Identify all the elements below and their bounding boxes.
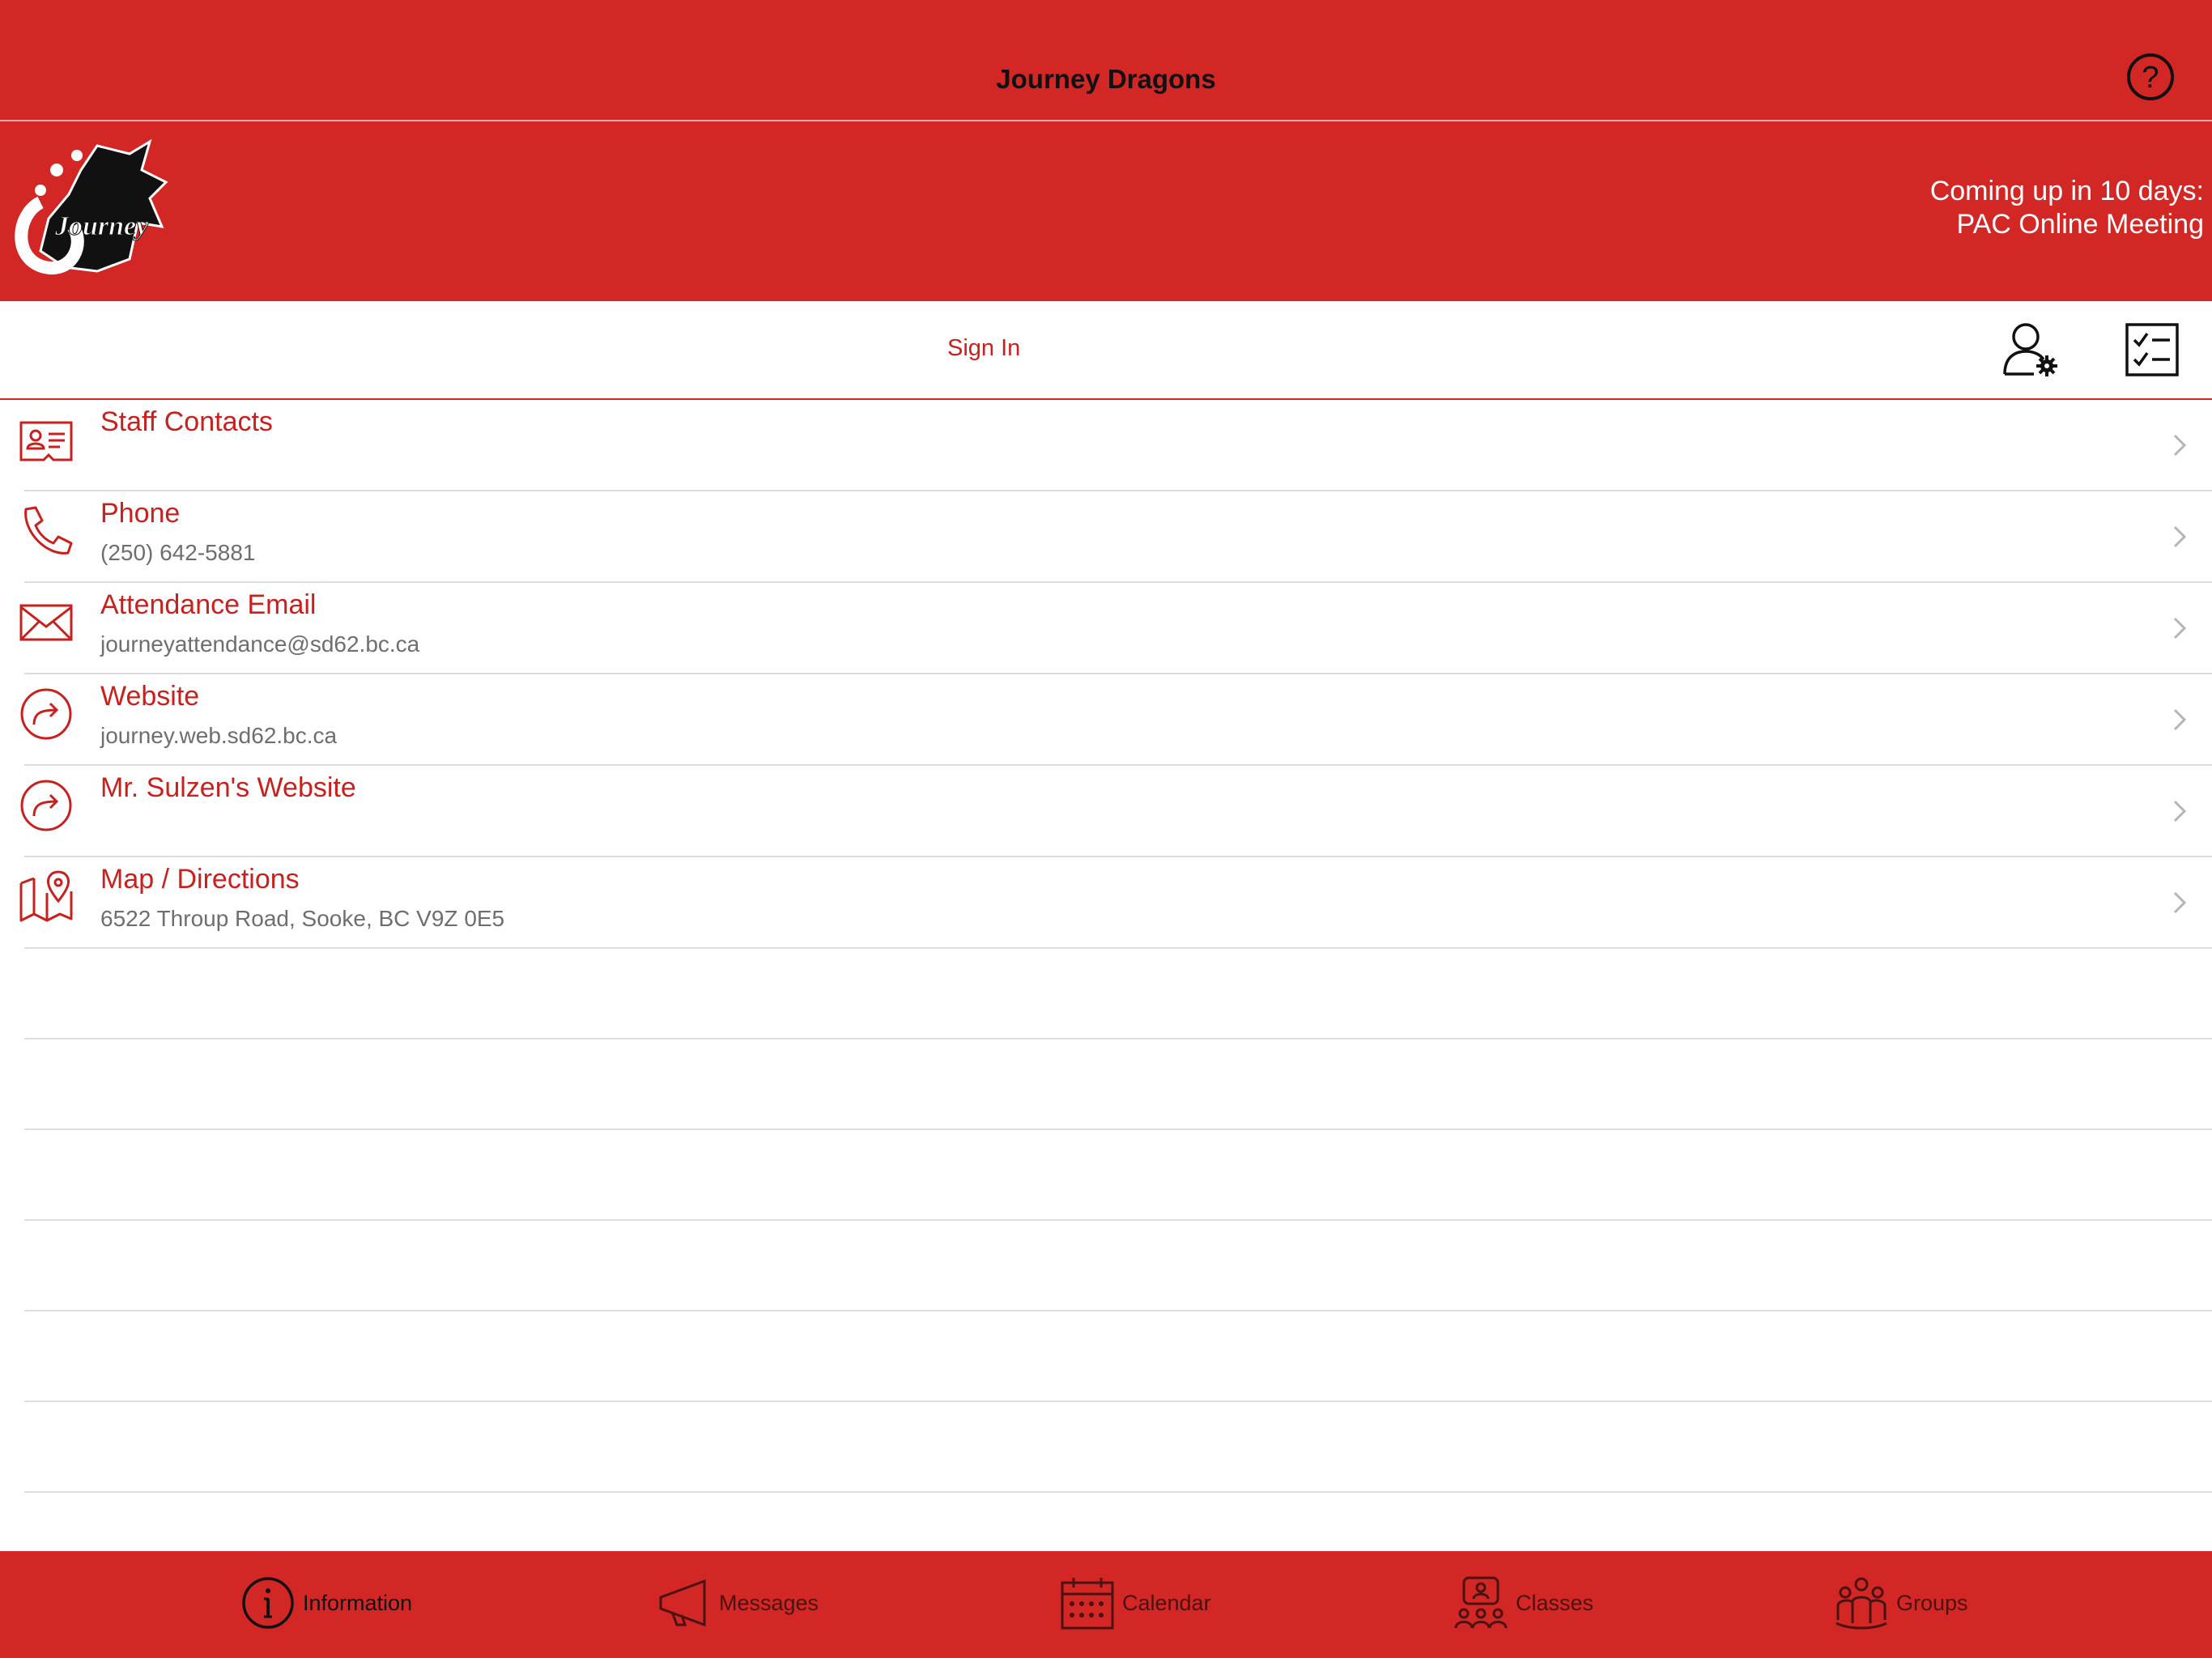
list-item-subtitle: journey.web.sd62.bc.ca [100,723,338,748]
account-settings-icon[interactable] [2001,321,2058,379]
help-button[interactable]: ? [2127,53,2174,100]
school-banner: Journey Coming up in 10 days: PAC Online… [0,121,2212,301]
empty-row [24,1130,2212,1221]
tab-label: Groups [1896,1590,1968,1615]
tab-classes[interactable]: Classes [1453,1569,1593,1637]
tab-calendar[interactable]: Calendar [1059,1569,1211,1637]
empty-row [24,1312,2212,1402]
info-list: Staff Contacts Phone (250) 642-5881 Atte… [0,400,2212,1493]
app-title: Journey Dragons [996,64,1216,94]
tab-label: Classes [1516,1590,1594,1615]
list-item-title: Staff Contacts [100,406,273,437]
list-item-subtitle: (250) 642-5881 [100,540,256,565]
map-pin-icon [19,870,73,922]
empty-row [24,1402,2212,1493]
chevron-right-icon [2173,708,2187,731]
list-item-subtitle: 6522 Throup Road, Sooke, BC V9Z 0E5 [100,906,505,931]
tab-label: Messages [719,1590,819,1615]
upcoming-countdown: Coming up in 10 days: [1929,176,2204,206]
chevron-right-icon [2173,434,2187,457]
tab-information[interactable]: Information [240,1569,412,1637]
mail-icon [19,604,73,641]
classes-icon [1454,1576,1508,1629]
phone-icon [24,506,73,555]
journey-dragons-logo: Journey [15,138,168,275]
tab-label: Calendar [1122,1590,1211,1615]
calendar-icon [1061,1578,1114,1630]
svg-text:Journey: Journey [54,211,149,241]
list-item-attendance-email[interactable]: Attendance Email journeyattendance@sd62.… [19,583,2212,674]
list-item-subtitle: journeyattendance@sd62.bc.ca [100,631,420,657]
list-item-map-directions[interactable]: Map / Directions 6522 Throup Road, Sooke… [19,857,2212,949]
tab-messages[interactable]: Messages [656,1569,819,1637]
chevron-right-icon [2173,891,2187,914]
info-icon [242,1577,294,1629]
upcoming-event[interactable]: Coming up in 10 days: PAC Online Meeting [1930,175,2204,241]
chevron-right-icon [2173,525,2187,548]
account-toolbar: Sign In [0,301,2212,400]
list-item-title: Mr. Sulzen's Website [100,772,356,803]
checklist-icon[interactable] [2125,322,2180,377]
share-arrow-icon [20,688,72,740]
title-bar: Journey Dragons ? [0,0,2212,121]
tab-label: Information [303,1590,413,1615]
chevron-right-icon [2173,617,2187,640]
list-item-teacher-website[interactable]: Mr. Sulzen's Website [20,766,2212,857]
groups-icon [1836,1577,1887,1630]
empty-row [24,949,2212,1039]
empty-row [24,1221,2212,1312]
question-circle-icon: ? [2142,61,2159,95]
list-item-phone[interactable]: Phone (250) 642-5881 [24,491,2212,583]
sign-in-button[interactable]: Sign In [947,335,1020,362]
contact-card-icon [19,421,73,461]
chevron-right-icon [2173,800,2187,823]
share-arrow-icon [20,780,72,831]
list-item-title: Attendance Email [100,589,317,620]
megaphone-icon [659,1579,706,1627]
list-item-staff-contacts[interactable]: Staff Contacts [19,400,2212,491]
empty-row [24,1039,2212,1130]
tab-groups[interactable]: Groups [1833,1569,1968,1637]
list-item-title: Website [100,681,200,712]
upcoming-event-name: PAC Online Meeting [1956,209,2204,240]
list-item-website[interactable]: Website journey.web.sd62.bc.ca [20,674,2212,766]
bottom-tab-bar: Information Messages Calendar Classes Gr… [0,1551,2212,1658]
list-item-title: Map / Directions [100,864,300,895]
list-item-title: Phone [100,498,181,529]
